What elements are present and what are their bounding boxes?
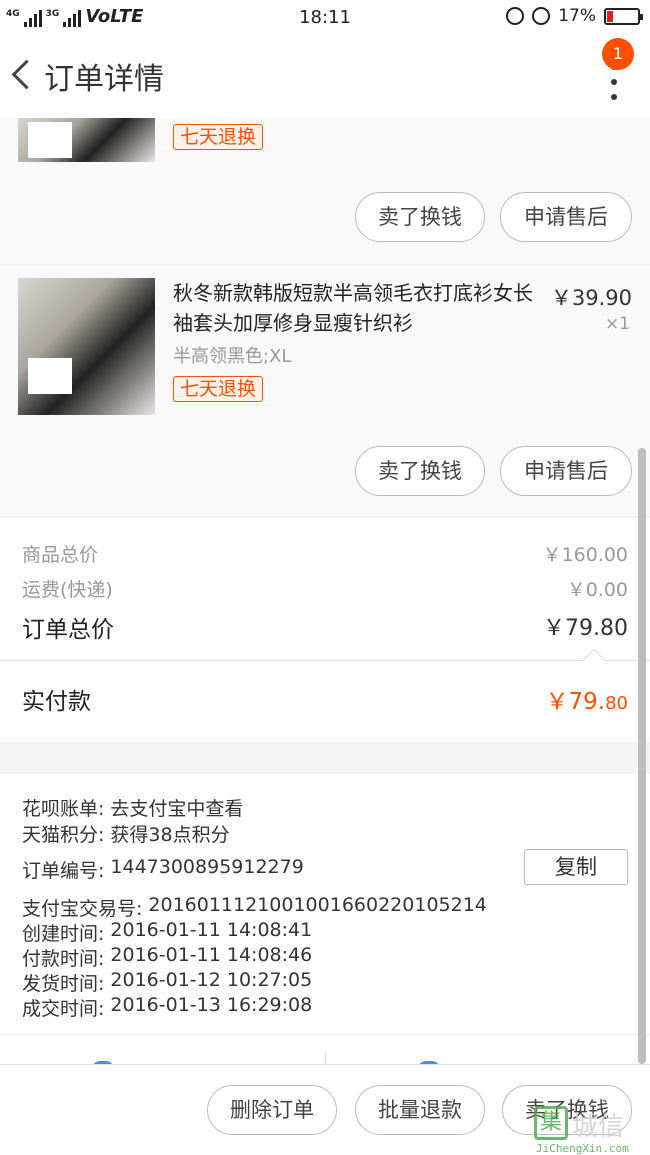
huabei-row: 花呗账单: 去支付宝中查看: [22, 794, 243, 821]
divider: [0, 660, 650, 661]
product-sku: 半高领黑色;XL: [173, 346, 292, 367]
product-quantity: ×1: [604, 314, 630, 334]
shipped-time-value: 2016-01-12 10:27:05: [110, 969, 313, 991]
paid-value-main: ￥79.: [545, 689, 606, 715]
tmall-points-label: 天猫积分:: [22, 824, 105, 846]
sell-for-cash-button[interactable]: 卖了换钱: [355, 446, 485, 496]
huabei-link[interactable]: 去支付宝中查看: [110, 794, 243, 821]
status-right: 17%: [506, 6, 643, 26]
order-number-label: 订单编号:: [22, 860, 105, 882]
watermark-text: 城信: [572, 1112, 625, 1142]
after-sales-button[interactable]: 申请售后: [500, 192, 632, 242]
closed-time-label: 成交时间:: [22, 998, 105, 1020]
shipping-row: 运费(快递) ￥0.00: [22, 575, 628, 602]
after-sales-button[interactable]: 申请售后: [500, 446, 632, 496]
order-item: 七天退换 卖了换钱 申请售后: [0, 118, 650, 264]
goods-total-value: ￥160.00: [542, 544, 628, 566]
product-image-detail: [28, 358, 72, 394]
alarm-icon: [532, 7, 551, 25]
paid-label: 实付款: [22, 689, 91, 715]
copy-button[interactable]: 复制: [524, 849, 628, 885]
huabei-label: 花呗账单:: [22, 798, 105, 820]
shipping-label: 运费(快递): [22, 579, 113, 601]
divider-notch: [582, 648, 606, 672]
order-total-label: 订单总价: [22, 617, 114, 643]
paid-value: ￥79.80: [546, 682, 628, 716]
watermark: 集 城信 JiChengXin.com: [532, 1106, 650, 1155]
order-number-value: 1447300895912279: [110, 856, 304, 878]
seven-day-return-tag: 七天退换: [173, 124, 264, 150]
alipay-number-label: 支付宝交易号:: [22, 898, 143, 920]
product-image-detail: [28, 122, 72, 158]
nav-bar: 订单详情 1: [0, 34, 650, 118]
status-bar: 4G 3G VoLTE 18:11 17%: [0, 0, 650, 34]
product-image[interactable]: [18, 278, 155, 415]
back-button[interactable]: [8, 54, 38, 98]
watermark-site: JiChengXin.com: [536, 1142, 629, 1155]
tmall-points-row: 天猫积分: 获得38点积分: [22, 820, 230, 847]
page-title: 订单详情: [44, 62, 164, 97]
shipped-time-label: 发货时间:: [22, 973, 105, 995]
paid-value-cents: 80: [605, 693, 628, 714]
created-time-value: 2016-01-11 14:08:41: [110, 919, 313, 941]
batch-refund-button[interactable]: 批量退款: [355, 1085, 485, 1135]
shipped-time-row: 发货时间: 2016-01-12 10:27:05: [22, 969, 312, 996]
alipay-number-row: 支付宝交易号: 2016011121001001660220105214: [22, 894, 487, 921]
contact-shortcuts: [0, 1034, 650, 1069]
order-number-row: 订单编号: 1447300895912279: [22, 856, 304, 883]
scrollbar[interactable]: [638, 448, 646, 1064]
seven-day-return-tag: 七天退换: [173, 376, 264, 402]
paid-time-label: 付款时间:: [22, 948, 105, 970]
created-time-row: 创建时间: 2016-01-11 14:08:41: [22, 919, 312, 946]
product-title[interactable]: 秋冬新款韩版短款半高领毛衣打底衫女长袖套头加厚修身显瘦针织衫: [173, 278, 533, 338]
goods-total-row: 商品总价 ￥160.00: [22, 540, 628, 567]
order-total-row: 订单总价 ￥79.80: [22, 610, 628, 644]
product-image[interactable]: [18, 118, 155, 162]
created-time-label: 创建时间:: [22, 923, 105, 945]
battery-icon: [604, 7, 643, 25]
price-summary: 商品总价 ￥160.00 运费(快递) ￥0.00 订单总价 ￥79.80 实付…: [0, 518, 650, 742]
alipay-number-value: 2016011121001001660220105214: [148, 894, 487, 916]
watermark-logo: 集: [534, 1106, 568, 1140]
paid-time-row: 付款时间: 2016-01-11 14:08:46: [22, 944, 312, 971]
battery-percent: 17%: [558, 6, 596, 26]
lock-rotation-icon: [506, 7, 525, 25]
order-total-value: ￥79.80: [543, 616, 628, 641]
product-price: ￥39.90: [550, 286, 632, 310]
delete-order-button[interactable]: 删除订单: [207, 1085, 337, 1135]
sell-for-cash-button[interactable]: 卖了换钱: [355, 192, 485, 242]
notification-badge: 1: [602, 38, 634, 70]
shipping-value: ￥0.00: [566, 579, 628, 601]
order-item: 秋冬新款韩版短款半高领毛衣打底衫女长袖套头加厚修身显瘦针织衫 半高领黑色;XL …: [0, 266, 650, 516]
goods-total-label: 商品总价: [22, 544, 99, 566]
paid-time-value: 2016-01-11 14:08:46: [110, 944, 313, 966]
order-info: 花呗账单: 去支付宝中查看 天猫积分: 获得38点积分 订单编号: 144730…: [0, 774, 650, 1034]
tmall-points-value: 获得38点积分: [110, 824, 230, 846]
closed-time-value: 2016-01-13 16:29:08: [110, 994, 313, 1016]
closed-time-row: 成交时间: 2016-01-13 16:29:08: [22, 994, 312, 1021]
